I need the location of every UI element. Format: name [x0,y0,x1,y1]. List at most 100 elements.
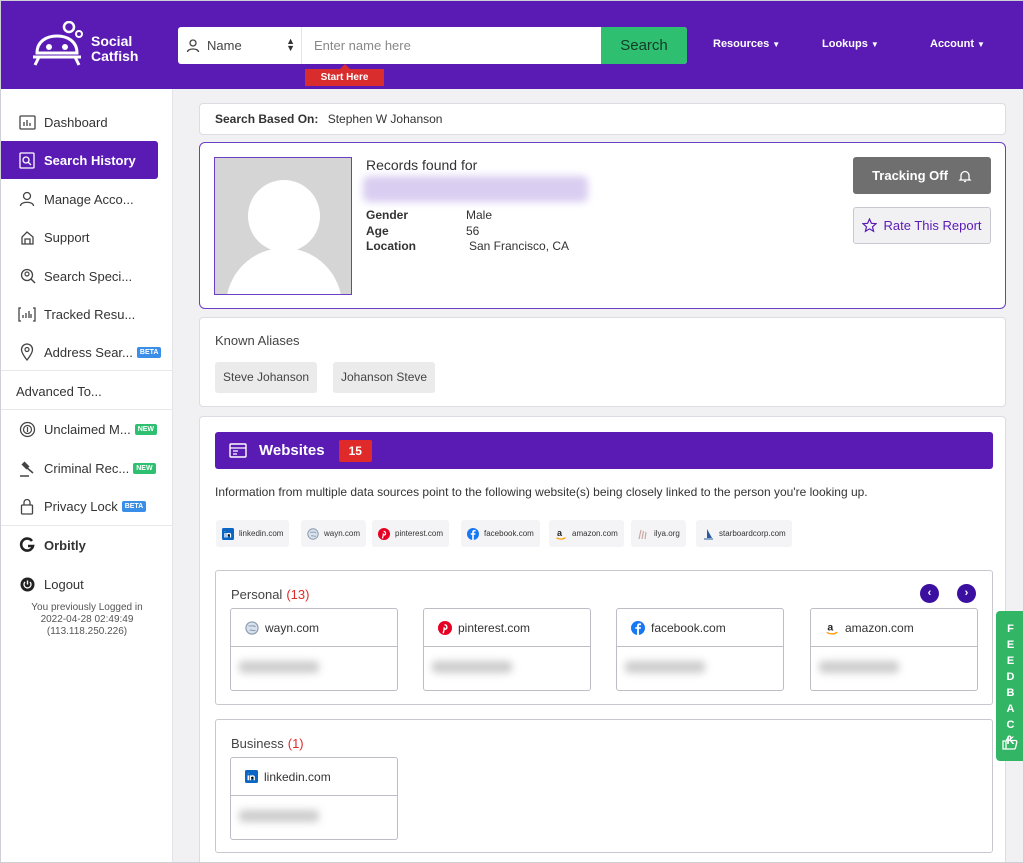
rate-report-button[interactable]: Rate This Report [853,207,991,244]
lock-icon [17,496,37,516]
site-chip-amazon[interactable]: a amazon.com [549,520,624,547]
catfish-logo-icon [33,20,83,66]
sidebar-item-dashboard[interactable]: Dashboard [1,103,173,141]
thumbs-up-icon [1002,735,1018,750]
dropdown-caret-icon: ▼ [977,40,985,49]
browser-window-icon [229,443,247,458]
gavel-icon [17,458,37,478]
search-history-icon [17,150,37,170]
dropdown-caret-icon: ▼ [870,40,879,49]
dashboard-icon [17,112,37,132]
websites-card: Websites 15 Information from multiple da… [199,416,1006,862]
sidebar-item-tracked-results[interactable]: Tracked Resu... [1,295,173,333]
search-type-select[interactable]: Name ▲ ▼ [178,27,302,64]
money-icon [17,419,37,439]
site-card-label: wayn.com [265,620,320,635]
sidebar-item-label: Unclaimed M... [44,421,131,437]
feedback-label: FEEDBACK [1006,623,1015,747]
site-card-pinterest[interactable]: pinterest.com [423,608,591,691]
location-pin-icon [17,342,37,362]
last-login-time: 2022-04-28 02:49:49 [40,614,134,625]
pinterest-icon [378,527,390,540]
sidebar-item-unclaimed-money[interactable]: Unclaimed M... NEW [1,410,173,448]
search-specialist-icon [17,266,37,286]
tracking-toggle-button[interactable]: Tracking Off [853,157,991,194]
location-label: Location [366,239,416,253]
nav-resources-label: Resources [713,38,770,50]
sidebar-item-search-specialist[interactable]: Search Speci... [1,257,173,295]
gender-label: Gender [366,208,409,222]
gender-row: Gender Male [366,208,492,222]
blurred-profile-text [239,661,319,673]
group-title-text: Personal [231,587,283,602]
gender-value: Male [466,208,493,222]
sidebar-item-label: Search Speci... [44,268,133,284]
site-card-wayn[interactable]: wayn.com [230,608,398,691]
search-button[interactable]: Search [601,27,687,64]
tracking-button-label: Tracking Off [872,168,948,183]
group-count: (1) [287,736,304,751]
site-chip-label: pinterest.com [395,529,444,538]
sidebar-item-manage-account[interactable]: Manage Acco... [1,180,173,218]
search-input[interactable] [302,27,601,64]
site-chip-linkedin[interactable]: linkedin.com [216,520,290,547]
business-websites-group: Business (1) linkedin.com [215,719,993,853]
site-card-label: linkedin.com [264,769,331,784]
sidebar-item-label: Support [44,229,90,245]
sidebar-item-privacy-lock[interactable]: Privacy Lock BETA [1,487,173,525]
personal-group-title: Personal (13) [231,587,309,602]
records-found-label: Records found for [366,157,478,173]
age-label: Age [366,224,389,238]
known-aliases-title: Known Aliases [215,333,300,348]
nav-account[interactable]: Account ▼ [930,38,985,50]
websites-header-bar: Websites 15 [215,432,993,469]
alias-chip[interactable]: Johanson Steve [333,362,436,393]
sidebar-item-label: Manage Acco... [44,191,134,207]
prev-page-button[interactable]: ‹ [920,584,939,603]
amazon-icon: a [555,528,567,540]
known-aliases-card: Known Aliases Steve Johanson Johanson St… [199,317,1006,407]
ilya-icon [637,528,649,540]
globe-icon [307,527,319,540]
search-type-label: Name [207,38,242,53]
rate-button-label: Rate This Report [883,218,982,233]
sidebar-advanced-tools-heading[interactable]: Advanced To... [16,384,102,399]
social-catfish-logo[interactable]: Social Catfish [31,20,151,69]
site-chip-starboardcorp[interactable]: starboardcorp.com [696,520,792,547]
site-chip-wayn[interactable]: wayn.com [301,520,367,547]
avatar-body-shape [226,248,342,294]
facebook-icon [631,620,645,635]
sidebar-item-logout[interactable]: Logout [1,565,173,603]
tracked-results-icon [17,304,37,324]
logo-line-1: Social [91,33,133,49]
sidebar: Dashboard Search History Manage Acco... … [1,89,173,862]
site-card-amazon[interactable]: a amazon.com [810,608,978,691]
business-group-title: Business (1) [231,736,304,751]
user-icon [17,189,37,209]
next-page-button[interactable]: › [957,584,976,603]
site-chip-label: linkedin.com [239,529,284,538]
nav-lookups[interactable]: Lookups ▼ [822,38,879,50]
support-icon [17,227,37,247]
site-chip-label: wayn.com [324,529,361,538]
sidebar-item-address-search[interactable]: Address Sear... BETA [1,333,173,371]
site-card-label: pinterest.com [458,620,531,635]
feedback-tab[interactable]: FEEDBACK [996,611,1023,761]
group-count: (13) [286,587,310,602]
sidebar-item-criminal-records[interactable]: Criminal Rec... NEW [1,449,173,487]
sidebar-item-orbitly[interactable]: Orbitly [1,526,173,564]
site-chip-facebook[interactable]: facebook.com [461,520,540,547]
sail-icon [702,528,714,540]
site-chip-pinterest[interactable]: pinterest.com [372,520,450,547]
sidebar-item-support[interactable]: Support [1,218,173,256]
site-card-linkedin[interactable]: linkedin.com [230,757,398,840]
sidebar-item-label: Orbitly [44,537,86,553]
site-chip-ilya[interactable]: ilya.org [631,520,686,547]
sidebar-item-search-history[interactable]: Search History [1,141,158,179]
alias-chip[interactable]: Steve Johanson [215,362,318,393]
orbitly-icon [17,535,37,555]
bell-icon [958,170,972,182]
site-chip-label: starboardcorp.com [719,529,786,538]
site-card-facebook[interactable]: facebook.com [616,608,784,691]
nav-resources[interactable]: Resources ▼ [713,38,780,50]
